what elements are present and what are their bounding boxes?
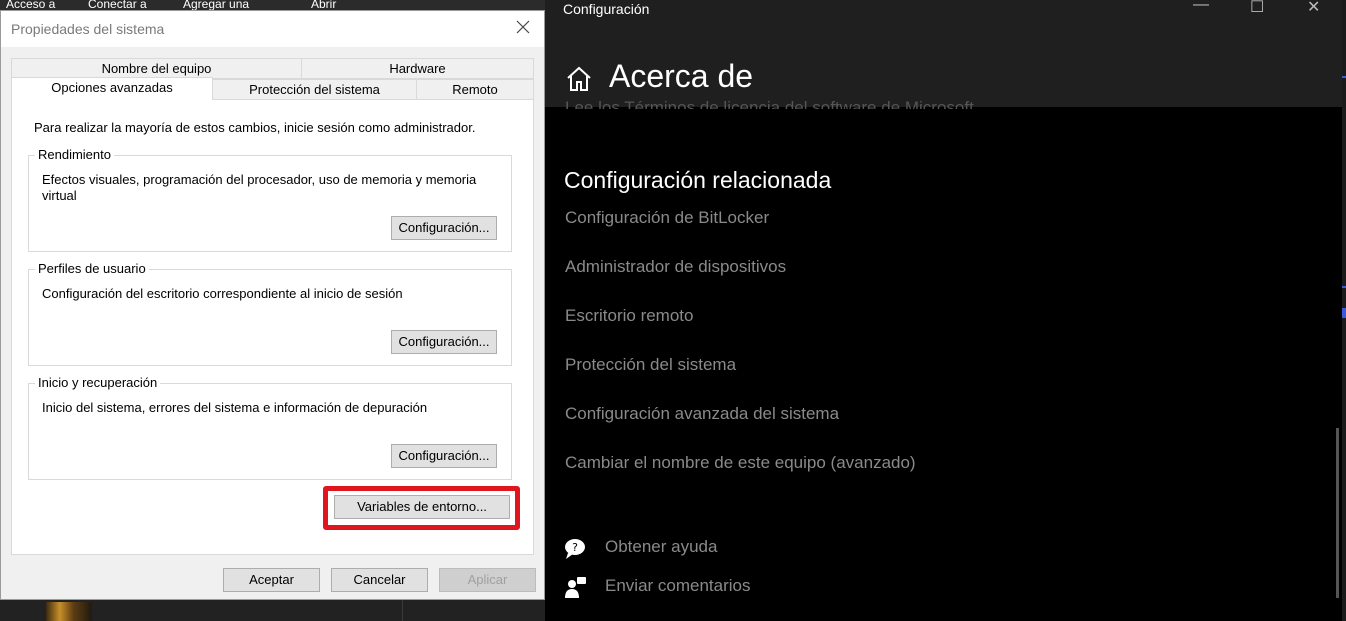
home-icon[interactable] [566,66,592,92]
close-icon[interactable] [514,19,532,37]
tab-hardware[interactable]: Hardware [301,58,534,79]
user-profiles-settings-button[interactable]: Configuración... [391,330,497,354]
performance-settings-button[interactable]: Configuración... [391,216,497,240]
home-icon-glyph [567,66,591,91]
device-manager-link[interactable]: Administrador de dispositivos [565,257,786,277]
dialog-titlebar: Propiedades del sistema [1,11,544,47]
minimize-icon[interactable]: — [1193,0,1209,14]
startup-recovery-group: Inicio y recuperación Inicio del sistema… [28,375,512,480]
admin-notice: Para realizar la mayoría de estos cambio… [34,120,476,135]
tab-label: Protección del sistema [249,82,380,97]
feedback-icon [563,576,587,600]
film-thumbnail [46,602,92,621]
rename-computer-link[interactable]: Cambiar el nombre de este equipo (avanza… [565,453,916,473]
group-description: Efectos visuales, programación del proce… [42,172,477,203]
tab-label: Hardware [389,61,446,76]
tab-advanced-options[interactable]: Opciones avanzadas [11,77,213,100]
tab-label: Nombre del equipo [101,61,212,76]
help-chat-icon: ? [563,537,587,561]
tab-computer-name[interactable]: Nombre del equipo [11,58,302,79]
get-help-label: Obtener ayuda [605,537,718,556]
tab-label: Remoto [452,82,498,97]
tab-system-protection[interactable]: Protección del sistema [212,79,417,100]
group-description: Inicio del sistema, errores del sistema … [42,400,428,415]
edge-marker [1342,308,1346,318]
tab-remote[interactable]: Remoto [416,79,534,100]
settings-window: Configuración — ☐ ✕ Acerca de Lee los Té… [545,0,1346,621]
scrollbar[interactable] [1336,428,1339,598]
performance-group: Rendimiento Efectos visuales, programaci… [28,147,512,252]
bitlocker-link[interactable]: Configuración de BitLocker [565,208,769,228]
related-settings-heading: Configuración relacionada [564,167,832,193]
feedback-icon-glyph [565,577,586,598]
group-title: Rendimiento [35,147,114,162]
edge-marker [1342,76,1346,78]
apply-button[interactable]: Aplicar [439,568,536,592]
dialog-title: Propiedades del sistema [11,21,165,37]
cancel-button[interactable]: Cancelar [331,568,428,592]
edge-marker [1342,286,1346,288]
page-title: Acerca de [609,58,754,94]
annotation-highlight-box [323,486,520,530]
ok-button[interactable]: Aceptar [223,568,320,592]
background-window-bottom [0,600,545,621]
close-icon[interactable]: ✕ [1307,0,1320,17]
advanced-system-settings-link[interactable]: Configuración avanzada del sistema [565,404,839,424]
close-icon-glyph [516,20,530,34]
divider [402,600,403,621]
group-description: Configuración del escritorio correspondi… [42,286,403,301]
license-terms-link[interactable]: Lee los Términos de licencia del softwar… [565,97,974,109]
maximize-icon[interactable]: ☐ [1250,0,1264,17]
user-profiles-group: Perfiles de usuario Configuración del es… [28,261,512,366]
window-title: Configuración [563,1,650,17]
help-chat-icon-glyph: ? [565,539,585,559]
svg-text:?: ? [572,541,578,554]
system-protection-link[interactable]: Protección del sistema [565,355,736,375]
remote-desktop-link[interactable]: Escritorio remoto [565,306,693,326]
group-title: Perfiles de usuario [35,261,149,276]
tab-label: Opciones avanzadas [51,80,173,95]
startup-recovery-settings-button[interactable]: Configuración... [391,444,497,468]
send-feedback-label: Enviar comentarios [605,576,751,595]
settings-header: Configuración — ☐ ✕ Acerca de [545,0,1342,107]
group-title: Inicio y recuperación [35,375,161,390]
